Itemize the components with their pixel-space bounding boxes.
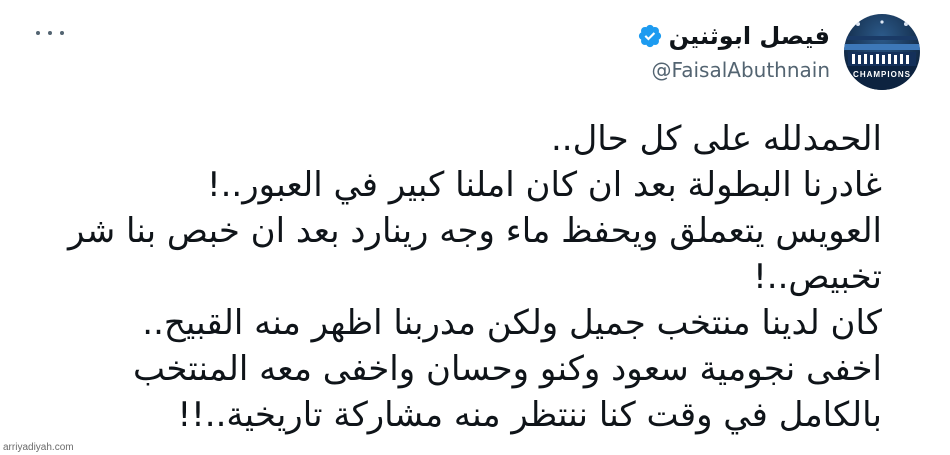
display-name[interactable]: فيصل ابوثنين <box>669 18 830 54</box>
user-handle[interactable]: @FaisalAbuthnain <box>637 58 830 82</box>
more-dot <box>48 31 52 35</box>
more-dot <box>36 31 40 35</box>
site-watermark: arriyadiyah.com <box>3 442 74 453</box>
more-options-button[interactable] <box>36 24 64 42</box>
tweet-line: العويس يتعملق ويحفظ ماء وجه رينارد بعد ا… <box>67 211 882 251</box>
verified-badge-icon <box>637 23 663 49</box>
tweet-line: غادرنا البطولة بعد ان كان املنا كبير في … <box>206 165 882 205</box>
tweet-line: اخفى نجومية سعود وكنو وحسان واخفى معه ال… <box>132 349 882 389</box>
author-block: فيصل ابوثنين @FaisalAbuthnain <box>637 18 830 82</box>
avatar[interactable]: CHAMPIONS <box>844 14 920 90</box>
tweet-line: تخبيص..! <box>753 257 882 297</box>
tweet-line: الحمدلله على كل حال.. <box>550 119 882 159</box>
more-dot <box>60 31 64 35</box>
tweet-card: CHAMPIONS فيصل ابوثنين @FaisalAbuthnain … <box>0 0 950 455</box>
tweet-line: بالكامل في وقت كنا ننتظر منه مشاركة تاري… <box>177 395 882 435</box>
avatar-caption: CHAMPIONS <box>853 70 911 79</box>
tweet-text: الحمدلله على كل حال.. غادرنا البطولة بعد… <box>67 116 882 438</box>
tweet-line: كان لدينا منتخب جميل ولكن مدربنا اظهر من… <box>142 303 882 343</box>
name-row: فيصل ابوثنين <box>637 18 830 54</box>
